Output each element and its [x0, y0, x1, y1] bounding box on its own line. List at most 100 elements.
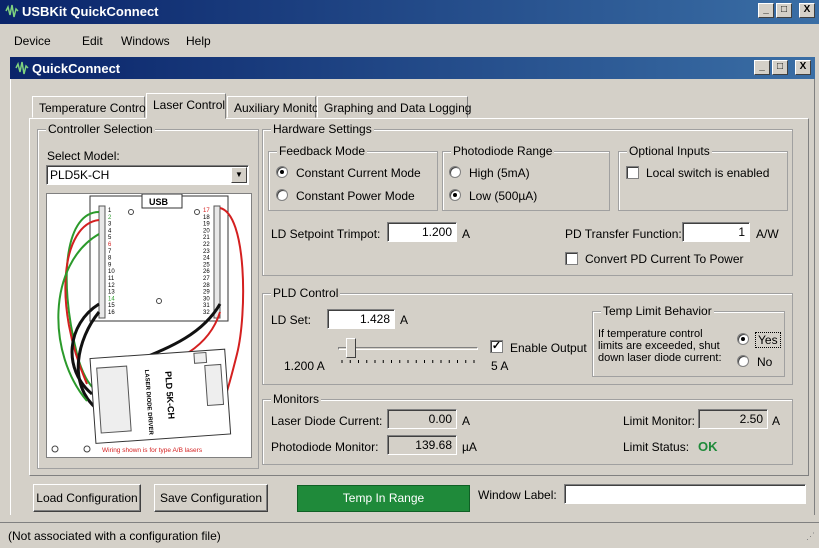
photodiode-monitor-unit: µA: [462, 440, 477, 454]
optional-inputs-legend: Optional Inputs: [627, 144, 712, 158]
model-select[interactable]: PLD5K-CH ▼: [46, 165, 249, 185]
tab-graphing-data-logging[interactable]: Graphing and Data Logging: [317, 96, 471, 118]
limit-monitor-label: Limit Monitor:: [623, 414, 696, 428]
restore-button[interactable]: □: [776, 3, 792, 18]
tab-auxiliary-monitor[interactable]: Auxiliary Monitor: [227, 96, 323, 118]
pin-label: 31: [203, 303, 210, 309]
slider-thumb[interactable]: [346, 338, 356, 358]
photodiode-range-legend: Photodiode Range: [451, 144, 555, 158]
wiring-note: Wiring shown is for type A/B lasers: [102, 447, 203, 454]
pin-label: 28: [203, 283, 210, 289]
wiring-diagram: USB 1 2 3 4 5 6 7 8 9 10 11 12 13 14 15 16 17 18 19 20 21 22 2…: [46, 193, 252, 458]
local-switch-checkbox[interactable]: [626, 166, 639, 179]
laser-current-label: Laser Diode Current:: [271, 414, 383, 428]
ld-set-input[interactable]: 1.428: [327, 309, 395, 329]
menu-windows[interactable]: Windows: [121, 34, 170, 48]
feedback-mode-legend: Feedback Mode: [277, 144, 368, 158]
pin-label: 24: [203, 256, 210, 262]
pin-label: 17: [203, 208, 210, 214]
convert-pd-label[interactable]: Convert PD Current To Power: [585, 252, 744, 266]
pd-transfer-label: PD Transfer Function:: [565, 227, 682, 241]
menu-edit[interactable]: Edit: [82, 34, 103, 48]
constant-current-radio[interactable]: [276, 166, 288, 178]
temp-limit-yes-label[interactable]: Yes: [755, 332, 781, 348]
menu-help[interactable]: Help: [186, 34, 211, 48]
window-label-label: Window Label:: [478, 488, 557, 502]
pin-label: 10: [108, 269, 115, 275]
waveform-icon: [15, 61, 29, 75]
pin-label: 18: [203, 215, 210, 221]
temp-limit-text: If temperature control limits are exceed…: [598, 328, 722, 364]
status-bar-text: (Not associated with a configuration fil…: [8, 529, 221, 543]
pd-low-label[interactable]: Low (500µA): [469, 189, 537, 203]
pd-high-radio[interactable]: [449, 166, 461, 178]
ld-trimpot-label: LD Setpoint Trimpot:: [271, 227, 381, 241]
photodiode-monitor-label: Photodiode Monitor:: [271, 440, 379, 454]
usb-label: USB: [149, 197, 169, 207]
pin-label: 25: [203, 262, 210, 268]
tab-temperature-control[interactable]: Temperature Control: [32, 96, 148, 118]
temp-status-indicator: Temp In Range: [297, 485, 470, 512]
menu-bar: Device Edit Windows Help: [0, 24, 819, 56]
local-switch-label[interactable]: Local switch is enabled: [646, 166, 769, 180]
limit-status-value: OK: [698, 439, 718, 454]
limit-monitor-unit: A: [772, 414, 781, 428]
temp-limit-legend: Temp Limit Behavior: [601, 304, 714, 318]
load-configuration-button[interactable]: Load Configuration: [33, 484, 141, 512]
ld-set-slider[interactable]: [338, 338, 478, 363]
constant-power-radio[interactable]: [276, 189, 288, 201]
optional-inputs-group: Optional Inputs: [618, 144, 788, 211]
pd-transfer-input[interactable]: 1: [682, 222, 750, 242]
pin-label: 16: [108, 310, 115, 316]
constant-current-label[interactable]: Constant Current Mode: [296, 166, 421, 180]
chevron-down-icon[interactable]: ▼: [231, 167, 247, 183]
minimize-button[interactable]: _: [758, 3, 774, 18]
ld-set-unit: A: [400, 313, 409, 327]
app-title-bar[interactable]: USBKit QuickConnect _ □ X: [0, 0, 819, 24]
laser-current-value: 0.00: [387, 409, 457, 429]
enable-output-label[interactable]: Enable Output: [510, 341, 587, 355]
pin-label: 13: [108, 290, 115, 296]
child-minimize-button[interactable]: _: [754, 60, 770, 75]
pd-low-radio[interactable]: [449, 189, 461, 201]
slider-ticks: [341, 360, 475, 363]
slider-min-label: 1.200 A: [284, 359, 325, 373]
constant-power-label[interactable]: Constant Power Mode: [296, 189, 415, 203]
slider-max-label: 5 A: [491, 359, 509, 373]
child-window-title-bar[interactable]: QuickConnect _ □ X: [10, 57, 815, 79]
pin-label: 15: [108, 303, 115, 309]
pin-label: 21: [203, 235, 210, 241]
temp-limit-no-radio[interactable]: [737, 355, 749, 367]
child-restore-button[interactable]: □: [772, 60, 788, 75]
convert-pd-checkbox[interactable]: [565, 252, 578, 265]
pin-label: 27: [203, 276, 210, 282]
ld-trimpot-unit: A: [462, 227, 471, 241]
monitors-legend: Monitors: [271, 392, 322, 406]
pin-label: 11: [108, 276, 115, 282]
laser-current-unit: A: [462, 414, 471, 428]
save-configuration-button[interactable]: Save Configuration: [154, 484, 268, 512]
pin-label: 23: [203, 249, 210, 255]
pin-label: 26: [203, 269, 210, 275]
ld-trimpot-input[interactable]: 1.200: [387, 222, 457, 242]
temp-limit-no-label[interactable]: No: [757, 355, 772, 369]
child-window-title: QuickConnect: [32, 61, 121, 76]
limit-status-label: Limit Status:: [623, 440, 690, 454]
model-select-value: PLD5K-CH: [50, 168, 110, 182]
controller-selection-legend: Controller Selection: [46, 122, 155, 136]
menu-device[interactable]: Device: [14, 34, 51, 48]
tab-laser-control[interactable]: Laser Control: [146, 93, 226, 119]
photodiode-monitor-value: 139.68: [387, 435, 457, 455]
close-button[interactable]: X: [799, 3, 815, 18]
temp-limit-yes-radio[interactable]: [737, 333, 749, 345]
enable-output-checkbox[interactable]: ✓: [490, 340, 503, 353]
window-label-input[interactable]: [564, 484, 806, 504]
pin-label: 12: [108, 283, 115, 289]
select-model-label: Select Model:: [47, 149, 120, 163]
pd-high-label[interactable]: High (5mA): [469, 166, 530, 180]
child-close-button[interactable]: X: [795, 60, 811, 75]
pld-control-legend: PLD Control: [271, 286, 341, 300]
resize-grip-icon[interactable]: ⋰: [806, 531, 815, 542]
pin-label: 29: [203, 290, 210, 296]
pin-label: 14: [108, 296, 115, 302]
